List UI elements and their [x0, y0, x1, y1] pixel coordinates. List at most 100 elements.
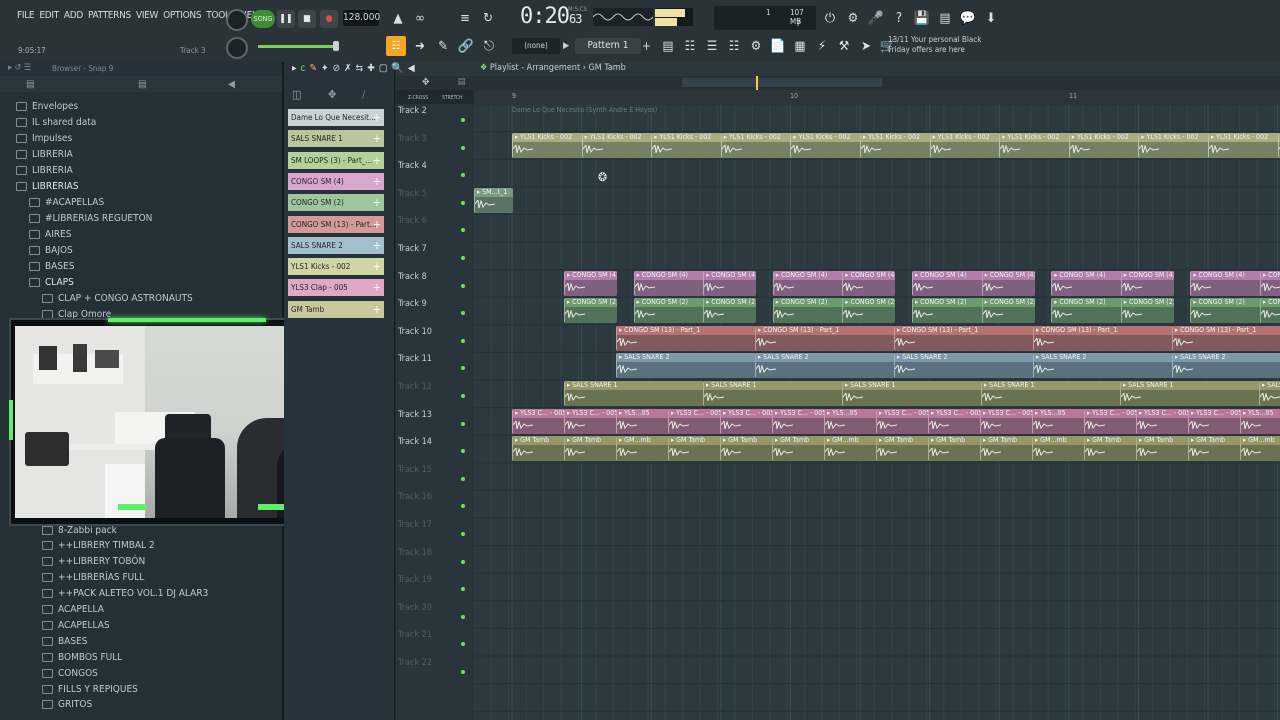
track-mute-led[interactable] [461, 311, 465, 316]
playlist-clip[interactable]: ▸ YLS3 C... - 005 [928, 408, 981, 434]
playlist-clip[interactable]: ▸ CONGO SM (13) - Part_1 [1033, 325, 1173, 351]
song-mode-toggle[interactable]: SONG [251, 10, 275, 28]
arrow-right-icon[interactable]: ➜ [410, 36, 430, 56]
browser-folder[interactable]: ++LIBRERY TOBÓN [42, 554, 145, 570]
channel-button[interactable]: CONGO SM (2) + [288, 194, 384, 212]
playlist-clip[interactable]: ▸ YLS3 C... - 005 [980, 408, 1033, 434]
browser-folder[interactable]: AIRES [29, 226, 71, 242]
playlist-clip[interactable]: ▸ SALS SNARE 2 [1033, 353, 1173, 379]
playlist-clip[interactable]: ▸ CONGO SM (4) [703, 270, 757, 296]
add-icon[interactable]: + [373, 109, 381, 126]
playlist-clip[interactable]: ▸ SALS SNARE 1 [1259, 381, 1280, 406]
add-pattern-icon[interactable]: + [642, 38, 654, 54]
pencil-icon[interactable]: ✎ [433, 36, 453, 56]
playlist-clip[interactable]: ▸ SALS SNARE 1 [564, 381, 704, 406]
zoom-tool-icon[interactable]: 🔍 [391, 63, 403, 74]
browser-folder[interactable]: CONGOS [42, 665, 98, 681]
browser-icon[interactable]: 📄 [768, 36, 788, 56]
track-mute-led[interactable] [461, 256, 465, 260]
add-icon[interactable]: + [373, 173, 381, 190]
track-header[interactable]: Track 2 [398, 104, 472, 131]
metronome-icon[interactable]: ▲ [388, 8, 408, 28]
timeline-ruler[interactable]: 9 10 11 [474, 90, 1280, 105]
track-mute-led[interactable] [461, 421, 465, 426]
wait-input-icon[interactable]: ∞ [410, 8, 430, 28]
track-header[interactable]: Track 18 [398, 546, 472, 573]
master-pitch-knob[interactable] [226, 37, 248, 59]
files-tab-icon[interactable]: ▤ [138, 79, 147, 90]
magnet-icon[interactable]: ϲ [301, 63, 306, 74]
playlist-clip[interactable]: ▸ CONGO SM (13) - Part_1 [755, 325, 895, 351]
playlist-clip[interactable]: ▸ YLS...05 [1240, 408, 1280, 434]
track-header[interactable]: Track 20 [398, 601, 472, 628]
master-volume-knob[interactable] [226, 9, 248, 31]
browser-folder[interactable]: BAJOS [29, 242, 73, 258]
track-mute-led[interactable] [461, 614, 465, 619]
pen-icon[interactable]: ∕ [362, 88, 365, 101]
playlist-clip[interactable]: ▸ CONGO SM (4) [1260, 270, 1280, 296]
playlist-clip[interactable]: ▸ SM...t_1 [474, 187, 513, 213]
track-header[interactable]: Track 7 [398, 242, 472, 269]
add-icon[interactable]: + [373, 301, 381, 318]
playlist-clip[interactable]: ▸ GM Tamb [928, 436, 981, 462]
news-ticker[interactable]: 13/11 Your personal Black Friday offers … [888, 35, 981, 55]
stamp-icon[interactable]: ⎋ [479, 36, 499, 56]
piano-roll-icon[interactable]: ☷ [680, 36, 700, 56]
track-header[interactable]: Track 13 [398, 408, 472, 435]
track-mode-icon[interactable]: ▤ [458, 77, 466, 87]
track-mute-led[interactable] [461, 587, 465, 592]
playlist-clip[interactable]: ▸ YLS1 Kicks - 002 [790, 132, 861, 158]
track-mute-led[interactable] [461, 173, 465, 178]
loop-record-icon[interactable]: ↻ [478, 8, 498, 28]
playlist-clip[interactable]: ▸ YLS3 C... - 005 [1084, 408, 1137, 434]
playlist-clip[interactable]: ▸ YLS3 C... - 005 [876, 408, 929, 434]
playlist-clip[interactable]: ▸ SALS SNARE 2 [1172, 353, 1280, 379]
playlist-clip[interactable]: ▸ YLS3 C... - 005 [512, 408, 565, 434]
channel-button[interactable]: Dame Lo Que Necesit... + [288, 109, 384, 126]
playlist-clip[interactable]: ▸ YLS3 C... - 005 [564, 408, 617, 434]
record-button[interactable]: ● [320, 10, 338, 28]
track-mute-led[interactable] [461, 366, 465, 371]
all-tab-icon[interactable]: ▤ [26, 79, 35, 90]
channel-rack-icon[interactable]: ☰ [702, 36, 722, 56]
playlist-clip[interactable]: ▸ YLS1 Kicks - 002 [720, 132, 792, 158]
paint-tool-icon[interactable]: ✦ [321, 63, 329, 74]
playlist-clip[interactable]: ▸ CONGO SM (2) [1120, 298, 1174, 324]
track-mute-led[interactable] [461, 449, 465, 454]
track-header[interactable]: Track 21 [398, 628, 472, 655]
browser-folder[interactable]: BASES [42, 633, 87, 649]
list-toggle-icon[interactable]: ◫ [292, 88, 301, 101]
add-icon[interactable]: + [373, 152, 381, 169]
add-icon[interactable]: + [373, 194, 381, 211]
chat-icon[interactable]: 💬 [958, 8, 978, 28]
reset-icon[interactable]: ⏻ [820, 8, 840, 28]
track-mute-led[interactable] [461, 338, 465, 343]
track-header[interactable]: Track 22 [398, 656, 472, 683]
track-mute-led[interactable] [461, 394, 465, 398]
channel-button[interactable]: CONGO SM (4) + [288, 172, 384, 190]
playlist-clip[interactable]: ▸ YLS3 C... - 005 [772, 408, 825, 434]
channel-button[interactable]: YLS3 Clap - 005 + [288, 279, 384, 297]
playlist-clip[interactable]: ▸ GM Tamb [1136, 436, 1189, 462]
playlist-clip[interactable]: ▸ YLS1 Kicks - 002 [999, 132, 1070, 158]
playlist-clip[interactable]: ▸ CONGO SM (2) [564, 298, 617, 324]
track-mute-led[interactable] [461, 642, 465, 647]
track-header[interactable]: Track 17 [398, 518, 472, 545]
playlist-clip[interactable]: ▸ YLS...05 [616, 408, 669, 434]
menu-options[interactable]: OPTIONS [163, 10, 201, 21]
track-header[interactable]: Track 16 [398, 490, 472, 517]
playlist-clip[interactable]: ▸ YLS3 C... - 005 [1188, 408, 1241, 434]
horizontal-scrollbar[interactable] [682, 78, 882, 87]
playlist-clip[interactable]: ▸ YLS1 Kicks - 002 [1208, 132, 1279, 158]
playlist-clip[interactable]: ▸ YLS...05 [824, 408, 877, 434]
track-mute-led[interactable] [461, 559, 465, 564]
plug-icon[interactable]: ⚡ [812, 36, 832, 56]
browser-folder[interactable]: IL shared data [16, 114, 96, 130]
play-button[interactable]: ❚❚ [277, 10, 295, 28]
track-header[interactable]: Track 14 [398, 435, 472, 462]
playlist-view-icon[interactable]: ▤ [658, 36, 678, 56]
browser-folder[interactable]: #ACAPELLAS [29, 194, 104, 210]
playlist-clip[interactable]: ▸ YLS1 Kicks - 002 [512, 132, 583, 158]
tools-icon[interactable]: ⚒ [834, 36, 854, 56]
browser-nav-icons[interactable]: ▸ ↺ ☰ [8, 63, 31, 73]
